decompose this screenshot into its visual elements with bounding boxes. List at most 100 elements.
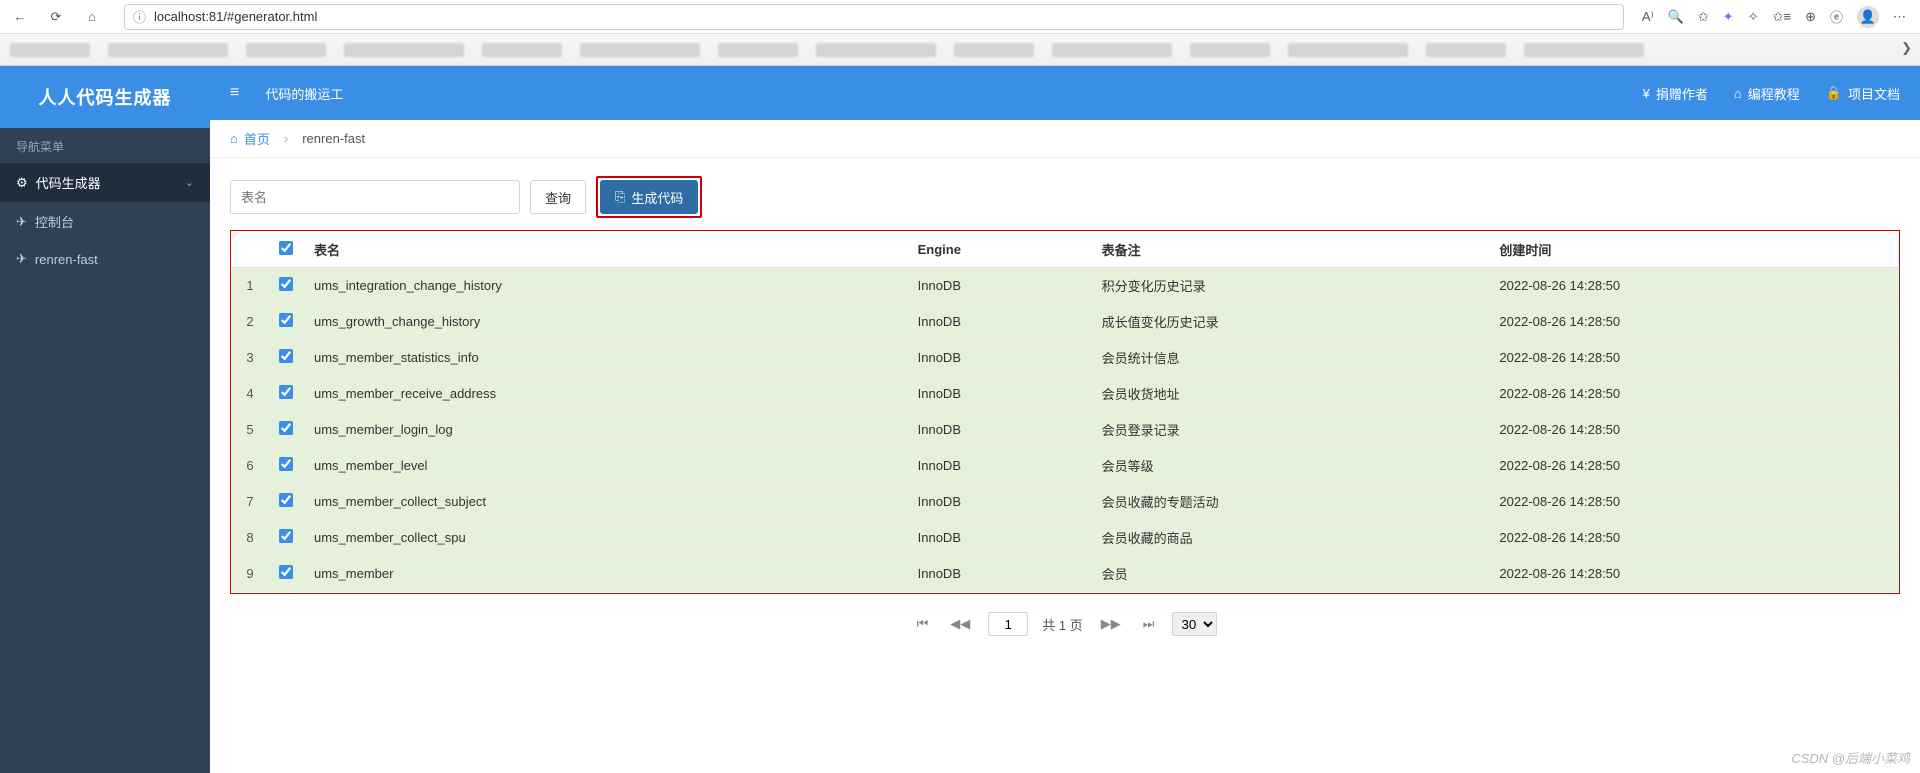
home-icon[interactable]: ⌂ <box>80 5 104 29</box>
cell-engine: InnoDB <box>908 268 1092 304</box>
favorite-icon[interactable]: ✩ <box>1698 9 1709 25</box>
cell-engine: InnoDB <box>908 340 1092 376</box>
row-checkbox[interactable] <box>279 313 293 327</box>
table-row[interactable]: 9ums_memberInnoDB会员2022-08-26 14:28:50 <box>232 556 1898 592</box>
sidebar-item-label: 代码生成器 <box>36 173 101 192</box>
bookmarks-overflow-icon[interactable]: ❯ <box>1901 40 1912 56</box>
row-checkbox[interactable] <box>279 493 293 507</box>
info-icon: ⓘ <box>133 7 146 26</box>
row-checkbox[interactable] <box>279 277 293 291</box>
extensions-icon[interactable]: ✧ <box>1748 9 1759 25</box>
col-checkbox <box>268 232 304 268</box>
table-row[interactable]: 3ums_member_statistics_infoInnoDB会员统计信息2… <box>232 340 1898 376</box>
more-icon[interactable]: ⋯ <box>1893 9 1906 25</box>
code-icon: ⎘ <box>615 189 625 205</box>
row-checkbox[interactable] <box>279 565 293 579</box>
table-row[interactable]: 4 ums_member_receive_addressInnoDB会员收货地址2… <box>232 376 1898 412</box>
row-checkbox[interactable] <box>279 457 293 471</box>
table-highlight: 表名 Engine 表备注 创建时间 1ums_integration_chan… <box>230 230 1900 594</box>
page-input[interactable] <box>988 612 1028 636</box>
cell-created: 2022-08-26 14:28:50 <box>1489 376 1898 412</box>
cell-created: 2022-08-26 14:28:50 <box>1489 304 1898 340</box>
topbar-slogan: 代码的搬运工 <box>265 84 343 103</box>
table-row[interactable]: 8ums_member_collect_spuInnoDB会员收藏的商品2022… <box>232 520 1898 556</box>
table-row[interactable]: 1ums_integration_change_historyInnoDB积分变… <box>232 268 1898 304</box>
topbar-link-0[interactable]: ¥捐赠作者 <box>1643 84 1708 103</box>
sidebar-item-0[interactable]: ⚙代码生成器⌄ <box>0 163 210 202</box>
cell-name: ums_member_collect_spu <box>304 520 908 556</box>
topbar-link-2[interactable]: 🔒 项目文档 <box>1826 84 1900 103</box>
row-index: 7 <box>232 484 268 520</box>
collections-icon[interactable]: ⊕ <box>1805 9 1816 25</box>
select-all-checkbox[interactable] <box>279 241 293 255</box>
next-page-icon[interactable]: ▶▶ <box>1097 614 1125 634</box>
search-button[interactable]: 查询 <box>530 180 586 214</box>
table-row[interactable]: 2ums_growth_change_historyInnoDB成长值变化历史记… <box>232 304 1898 340</box>
nav-section-title: 导航菜单 <box>0 128 210 163</box>
last-page-icon[interactable]: ⏭ <box>1139 614 1159 634</box>
cell-created: 2022-08-26 14:28:50 <box>1489 340 1898 376</box>
cell-engine: InnoDB <box>908 484 1092 520</box>
plane-icon: ✈ <box>16 214 27 230</box>
generate-button[interactable]: ⎘ 生成代码 <box>600 180 698 214</box>
row-index: 4 <box>232 376 268 412</box>
cell-name: ums_member_level <box>304 448 908 484</box>
yen-icon: ¥ <box>1643 86 1650 101</box>
breadcrumb-home[interactable]: ⌂ 首页 <box>230 129 270 148</box>
row-checkbox[interactable] <box>279 421 293 435</box>
page-size-select[interactable]: 30 <box>1172 612 1217 636</box>
cell-engine: InnoDB <box>908 520 1092 556</box>
search-input[interactable] <box>230 180 520 214</box>
row-checkbox[interactable] <box>279 385 293 399</box>
menu-toggle-icon[interactable]: ≡ <box>230 84 239 102</box>
cell-name: ums_member_login_log <box>304 412 908 448</box>
pagination: ⏮ ◀◀ 共 1 页 ▶▶ ⏭ 30 <box>230 594 1900 644</box>
topbar-link-label: 项目文档 <box>1848 84 1900 103</box>
breadcrumb-home-label: 首页 <box>244 129 270 148</box>
back-icon[interactable]: ← <box>8 5 32 29</box>
zoom-icon[interactable]: 🔍 <box>1668 9 1684 25</box>
brand-title: 人人代码生成器 <box>0 66 210 128</box>
address-bar[interactable]: ⓘ <box>124 4 1624 30</box>
sidebar-item-1[interactable]: ✈控制台 <box>0 202 210 241</box>
row-checkbox[interactable] <box>279 349 293 363</box>
data-table: 表名 Engine 表备注 创建时间 1ums_integration_chan… <box>232 232 1898 592</box>
table-row[interactable]: 6ums_member_levelInnoDB会员等级2022-08-26 14… <box>232 448 1898 484</box>
toolbar: 查询 ⎘ 生成代码 <box>230 176 1900 218</box>
ie-mode-icon[interactable]: ⓔ <box>1830 7 1843 26</box>
cell-created: 2022-08-26 14:28:50 <box>1489 556 1898 592</box>
profile-icon[interactable]: 👤 <box>1857 6 1879 28</box>
cell-engine: InnoDB <box>908 376 1092 412</box>
generate-highlight: ⎘ 生成代码 <box>596 176 702 218</box>
cell-name: ums_member_receive_address <box>304 376 908 412</box>
favorites-bar-icon[interactable]: ✩≡ <box>1773 9 1791 25</box>
cell-engine: InnoDB <box>908 556 1092 592</box>
prev-page-icon[interactable]: ◀◀ <box>946 614 974 634</box>
cell-engine: InnoDB <box>908 448 1092 484</box>
row-index: 1 <box>232 268 268 304</box>
home-icon: ⌂ <box>230 131 238 146</box>
read-aloud-icon[interactable]: A⁾ <box>1642 9 1654 25</box>
row-index: 2 <box>232 304 268 340</box>
home-icon: ⌂ <box>1734 86 1742 101</box>
table-row[interactable]: 7ums_member_collect_subjectInnoDB会员收藏的专题… <box>232 484 1898 520</box>
lock-icon: 🔒 <box>1826 85 1842 101</box>
url-input[interactable] <box>154 9 1615 24</box>
row-index: 3 <box>232 340 268 376</box>
row-index: 5 <box>232 412 268 448</box>
cell-comment: 会员登录记录 <box>1092 412 1490 448</box>
table-row[interactable]: 5ums_member_login_logInnoDB会员登录记录2022-08… <box>232 412 1898 448</box>
topbar-link-1[interactable]: ⌂编程教程 <box>1734 84 1800 103</box>
row-index: 8 <box>232 520 268 556</box>
row-checkbox[interactable] <box>279 529 293 543</box>
first-page-icon[interactable]: ⏮ <box>913 614 933 634</box>
extension-bird-icon[interactable]: ✦ <box>1723 9 1734 25</box>
cell-comment: 会员收藏的专题活动 <box>1092 484 1490 520</box>
sidebar-item-label: renren-fast <box>35 252 98 267</box>
refresh-icon[interactable]: ⟳ <box>44 5 68 29</box>
cell-comment: 会员收货地址 <box>1092 376 1490 412</box>
cell-comment: 会员等级 <box>1092 448 1490 484</box>
sidebar-item-2[interactable]: ✈renren-fast <box>0 241 210 277</box>
cell-comment: 会员 <box>1092 556 1490 592</box>
col-created: 创建时间 <box>1489 232 1898 268</box>
